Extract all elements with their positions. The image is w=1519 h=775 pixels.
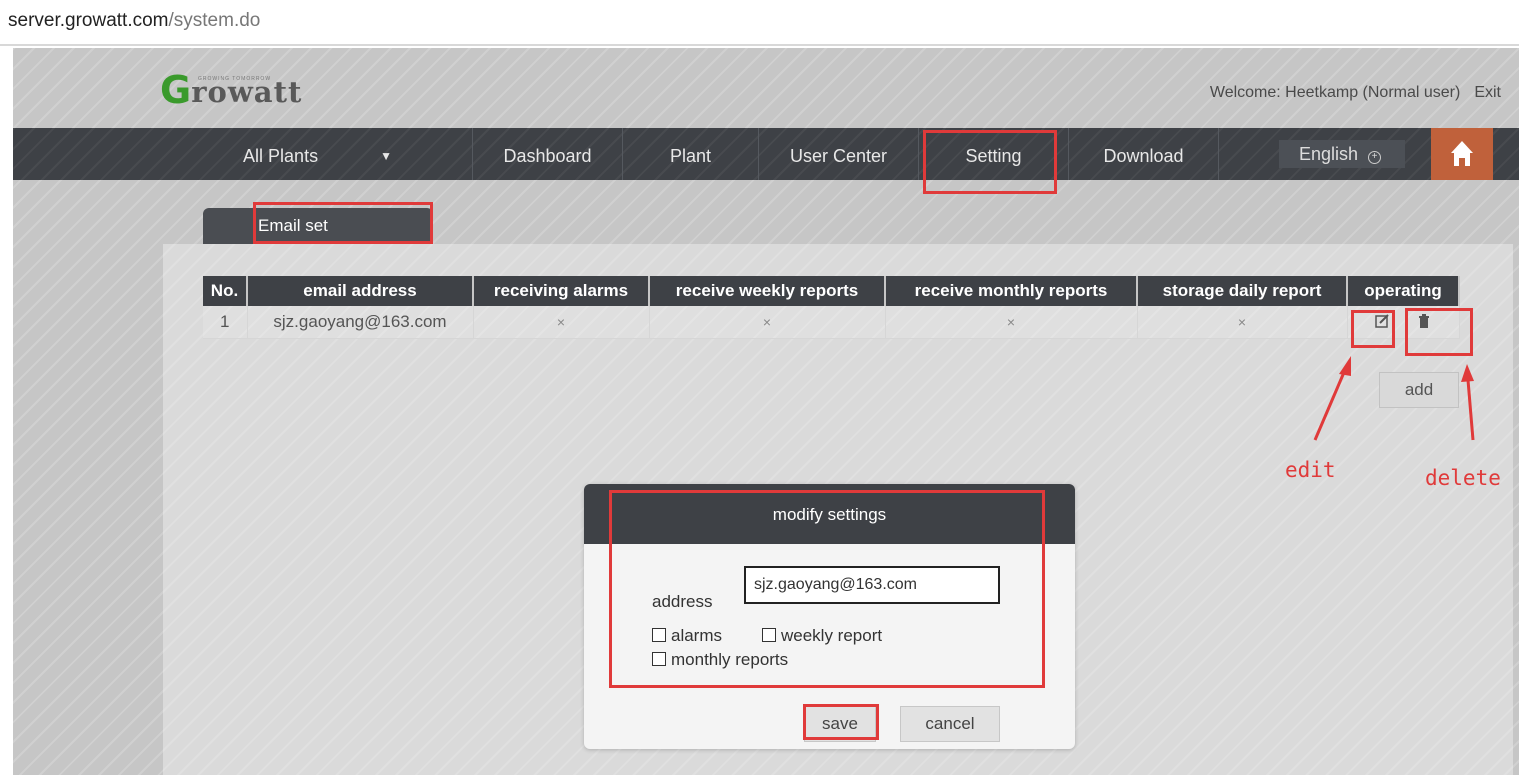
edit-annotation: edit xyxy=(1285,458,1336,482)
url-text[interactable]: server.growatt.com/system.do xyxy=(8,10,260,32)
delete-annotation: delete xyxy=(1425,466,1501,490)
annotation-arrows xyxy=(1313,356,1475,441)
page: G rowatt GROWING TOMORROW Welcome: Heetk… xyxy=(13,48,1519,775)
address-bar[interactable]: server.growatt.com/system.do xyxy=(0,0,1519,46)
